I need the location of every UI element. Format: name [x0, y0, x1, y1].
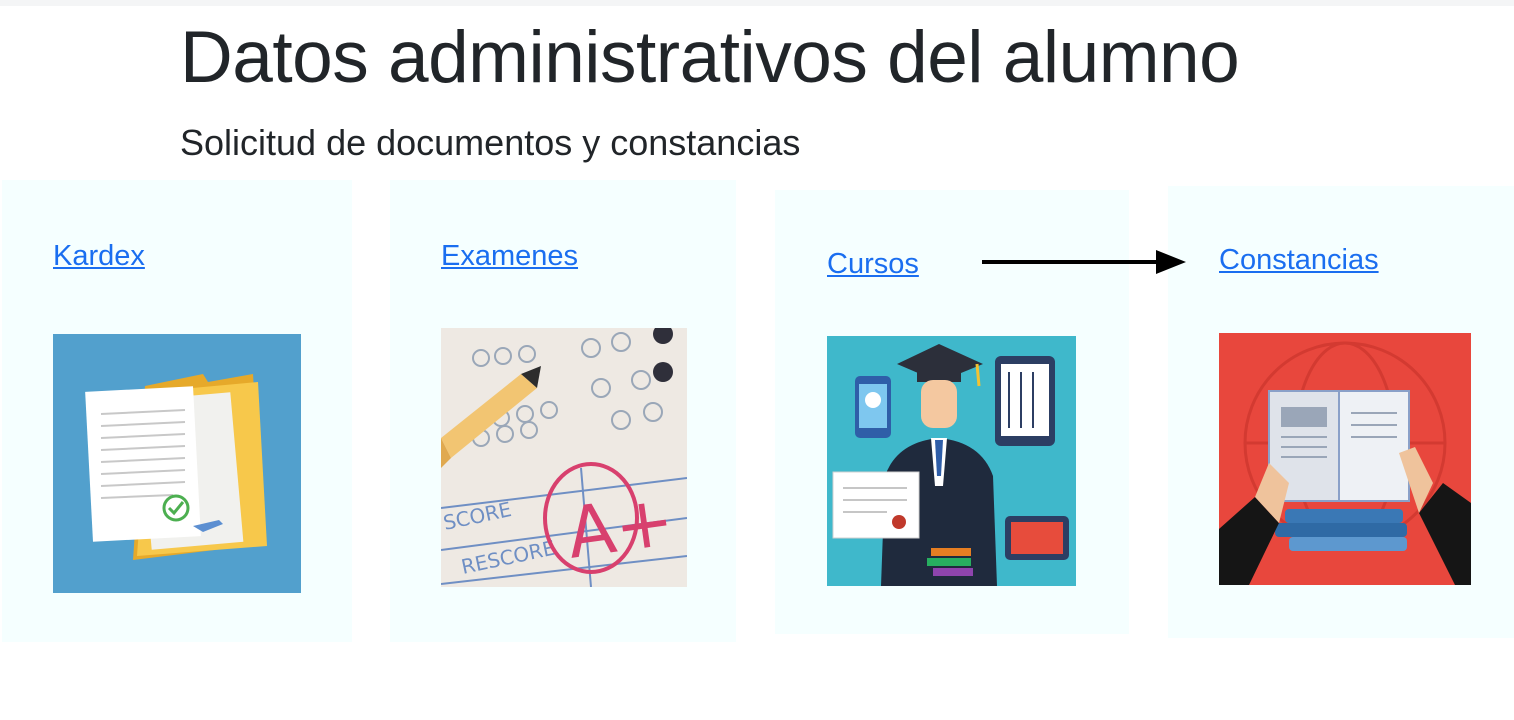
- graduate-courses-icon[interactable]: [827, 336, 1076, 586]
- card-examenes: Examenes SCORE RESCORE A+: [390, 180, 736, 642]
- svg-text:A+: A+: [562, 479, 679, 575]
- kardex-link[interactable]: Kardex: [53, 238, 145, 274]
- cursos-link[interactable]: Cursos: [827, 246, 919, 282]
- exam-answer-sheet-icon[interactable]: SCORE RESCORE A+: [441, 328, 687, 587]
- card-kardex: Kardex: [2, 180, 352, 642]
- certificate-book-icon[interactable]: [1219, 333, 1471, 585]
- constancias-link[interactable]: Constancias: [1219, 242, 1379, 278]
- top-bar: [0, 0, 1514, 6]
- page-subtitle: Solicitud de documentos y constancias: [180, 122, 801, 163]
- kardex-document-icon[interactable]: [53, 334, 301, 593]
- examenes-link[interactable]: Examenes: [441, 238, 578, 274]
- arrow-right-icon: [982, 250, 1186, 274]
- page-title: Datos administrativos del alumno: [180, 17, 1240, 98]
- card-constancias: Constancias: [1168, 186, 1514, 638]
